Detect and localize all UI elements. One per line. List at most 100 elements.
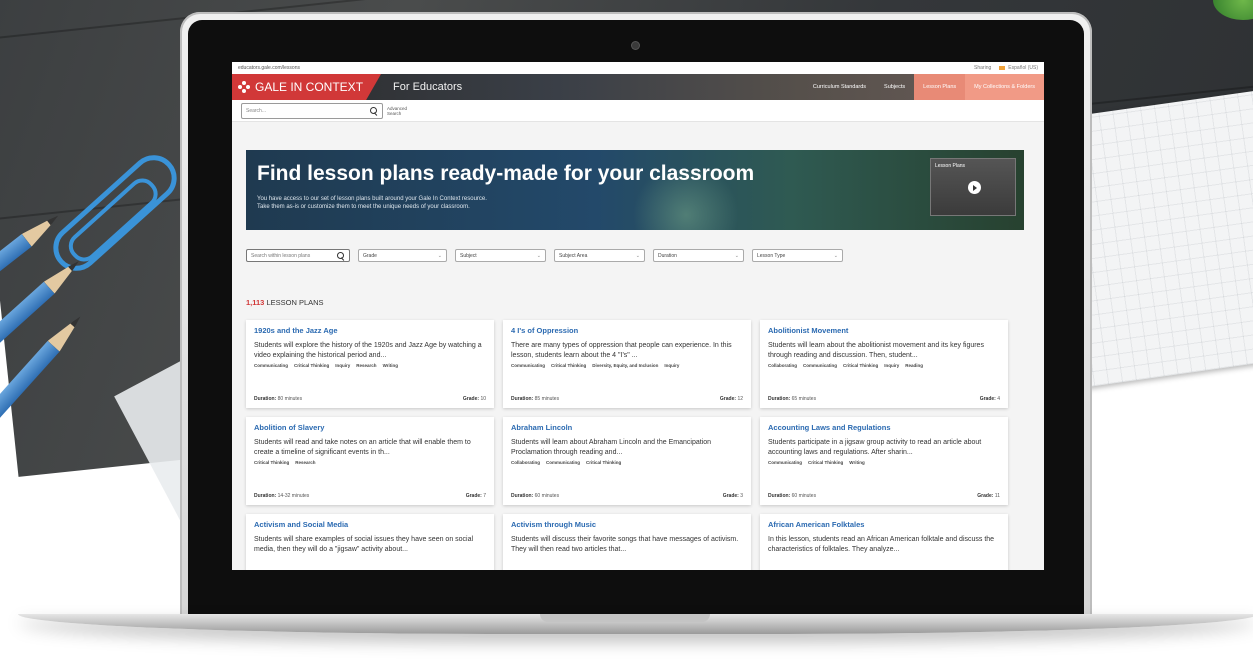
gale-logo[interactable]: GALE IN CONTEXT: [232, 74, 382, 100]
nav-subjects[interactable]: Subjects: [875, 74, 914, 100]
lesson-description: Students will discuss their favorite son…: [511, 536, 739, 553]
duration-value: 60 minutes: [791, 493, 817, 499]
advanced-search-link[interactable]: Advanced Search: [387, 106, 407, 116]
lesson-description: Students will read and take notes on an …: [254, 439, 471, 456]
webcam-icon: [632, 42, 639, 49]
lesson-duration: Duration: 60 minutes: [511, 493, 559, 499]
lesson-description: Students will learn about Abraham Lincol…: [511, 439, 712, 456]
skill-tag: Critical Thinking: [843, 363, 879, 368]
lesson-title-link[interactable]: Activism and Social Media: [254, 520, 486, 529]
duration-value: 60 minutes: [534, 493, 560, 499]
subject-area-filter-label: Subject Area: [559, 252, 588, 259]
skill-tag: Inquiry: [664, 363, 680, 368]
lesson-duration: Duration: 65 minutes: [768, 396, 816, 402]
duration-label: Duration:: [254, 493, 277, 499]
lesson-grade: Grade: 10: [463, 396, 486, 402]
chevron-down-icon: ⌄: [437, 252, 442, 259]
lesson-grade: Grade: 7: [466, 493, 486, 499]
duration-value: 14-32 minutes: [277, 493, 310, 499]
lesson-title-link[interactable]: Abolitionist Movement: [768, 326, 1000, 335]
grade-value: 7: [483, 493, 486, 499]
lesson-search-input[interactable]: Search within lesson plans: [246, 249, 350, 262]
skill-tag: Critical Thinking: [551, 363, 587, 368]
results-label: LESSON PLANS: [266, 298, 324, 307]
chevron-down-icon: ⌄: [536, 252, 541, 259]
lesson-plans-video[interactable]: Lesson Plans: [930, 158, 1016, 216]
lesson-card[interactable]: Abraham Lincoln Students will learn about…: [503, 417, 751, 505]
grade-value: 4: [997, 396, 1000, 402]
duration-filter[interactable]: Duration ⌄: [653, 249, 744, 262]
lesson-description: Students participate in a jigsaw group a…: [768, 439, 982, 456]
skill-tag: Critical Thinking: [808, 460, 844, 465]
lesson-card[interactable]: Accounting Laws and Regulations Students …: [760, 417, 1008, 505]
skill-tags: Communicating Critical Thinking Diversity,…: [511, 363, 743, 368]
nav-curriculum-standards[interactable]: Curriculum Standards: [804, 74, 875, 100]
skill-tag: Writing: [849, 460, 865, 465]
subject-filter[interactable]: Subject ⌄: [455, 249, 546, 262]
skill-tag: Critical Thinking: [294, 363, 330, 368]
hero-description: You have access to our set of lesson pla…: [257, 195, 487, 211]
search-icon[interactable]: [370, 106, 378, 115]
play-icon[interactable]: [968, 181, 981, 194]
skill-tag: Writing: [382, 363, 398, 368]
skill-tag: Communicating: [768, 460, 803, 465]
skill-tag: Communicating: [546, 460, 581, 465]
grade-value: 11: [994, 493, 1000, 499]
lesson-type-filter[interactable]: Lesson Type ⌄: [752, 249, 843, 262]
lesson-meta: Duration: 60 minutes Grade: 3: [511, 493, 743, 499]
brand-name: GALE IN CONTEXT: [255, 80, 364, 94]
sharing-link[interactable]: Sharing: [974, 65, 991, 71]
lesson-duration: Duration: 80 minutes: [254, 396, 302, 402]
chevron-down-icon: ⌄: [635, 252, 640, 259]
skill-tag: Research: [356, 363, 377, 368]
duration-label: Duration:: [768, 396, 791, 402]
lesson-meta: Duration: 80 minutes Grade: 10: [254, 396, 486, 402]
duration-label: Duration:: [511, 493, 534, 499]
hero-line-1: You have access to our set of lesson pla…: [257, 196, 487, 202]
lesson-card[interactable]: Activism and Social Media Students will s…: [246, 514, 494, 570]
grade-label: Grade:: [979, 396, 996, 402]
search-icon[interactable]: [337, 251, 345, 260]
duration-value: 65 minutes: [791, 396, 817, 402]
lesson-title-link[interactable]: Accounting Laws and Regulations: [768, 423, 1000, 432]
subject-area-filter[interactable]: Subject Area ⌄: [554, 249, 645, 262]
lesson-title-link[interactable]: African American Folktales: [768, 520, 1000, 529]
grade-filter[interactable]: Grade ⌄: [358, 249, 447, 262]
skill-tag: Inquiry: [884, 363, 900, 368]
grade-label: Grade:: [722, 493, 739, 499]
grade-value: 10: [480, 396, 486, 402]
lesson-card[interactable]: African American Folktales In this lesson…: [760, 514, 1008, 570]
lesson-title-link[interactable]: 4 I's of Oppression: [511, 326, 743, 335]
lesson-card-grid: 1920s and the Jazz Age Students will expl…: [246, 320, 1008, 570]
lesson-title-link[interactable]: 1920s and the Jazz Age: [254, 326, 486, 335]
nav-lesson-plans[interactable]: Lesson Plans: [914, 74, 966, 100]
grade-label: Grade:: [977, 493, 994, 499]
language-label: Español (US): [1008, 65, 1038, 71]
lesson-title-link[interactable]: Abolition of Slavery: [254, 423, 486, 432]
lesson-card[interactable]: Activism through Music Students will disc…: [503, 514, 751, 570]
header-nav: Curriculum Standards Subjects Lesson Pla…: [804, 74, 1044, 100]
search-row: Search... Advanced Search: [232, 100, 1044, 122]
lesson-type-filter-label: Lesson Type: [757, 252, 786, 259]
lesson-grade: Grade: 4: [980, 396, 1000, 402]
site-header: GALE IN CONTEXT For Educators Curriculum…: [232, 74, 1044, 100]
nav-my-collections[interactable]: My Collections & Folders: [965, 74, 1044, 100]
search-input[interactable]: Search...: [241, 102, 383, 119]
browser-url[interactable]: educators.gale.com/lessons: [238, 65, 300, 71]
lesson-card[interactable]: 1920s and the Jazz Age Students will expl…: [246, 320, 494, 408]
language-link[interactable]: Español (US): [999, 65, 1038, 71]
lesson-card[interactable]: 4 I's of Oppression There are many types …: [503, 320, 751, 408]
lesson-card[interactable]: Abolition of Slavery Students will read a…: [246, 417, 494, 505]
lesson-card[interactable]: Abolitionist Movement Students will learn…: [760, 320, 1008, 408]
lesson-title-link[interactable]: Activism through Music: [511, 520, 743, 529]
skill-tag: Critical Thinking: [586, 460, 622, 465]
skill-tags: Critical Thinking Research: [254, 460, 486, 465]
skill-tag: Collaborating: [768, 363, 797, 368]
lesson-meta: Duration: 14-32 minutes Grade: 7: [254, 493, 486, 499]
grade-filter-label: Grade: [363, 252, 377, 259]
duration-label: Duration:: [768, 493, 791, 499]
lesson-title-link[interactable]: Abraham Lincoln: [511, 423, 743, 432]
hero-banner: Find lesson plans ready-made for your cl…: [246, 150, 1024, 230]
lesson-grade: Grade: 11: [977, 493, 1000, 499]
lesson-meta: Duration: 65 minutes Grade: 4: [768, 396, 1000, 402]
